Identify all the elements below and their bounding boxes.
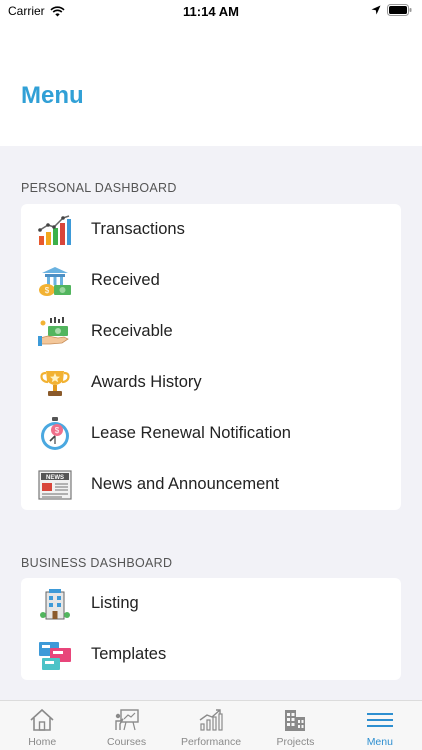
- svg-text:$: $: [45, 286, 50, 295]
- presentation-icon: [113, 707, 141, 733]
- menu-item-received[interactable]: $ Received: [21, 255, 401, 306]
- tab-label: Home: [28, 736, 57, 748]
- tab-courses[interactable]: Courses: [84, 701, 168, 750]
- tab-label: Performance: [180, 736, 242, 748]
- hand-cash-icon: [37, 314, 73, 350]
- growth-chart-icon: [197, 707, 225, 733]
- clock: 11:14 AM: [183, 4, 239, 19]
- menu-item-label: Received: [91, 271, 160, 289]
- menu-item-label: Templates: [91, 645, 167, 663]
- menu-item-listing[interactable]: Listing: [21, 578, 401, 629]
- section-title-business: BUSINESS DASHBOARD: [21, 556, 173, 570]
- menu-item-label: Receivable: [91, 322, 173, 340]
- trophy-icon: [37, 365, 73, 401]
- tab-projects[interactable]: Projects: [253, 701, 337, 750]
- business-dashboard-list: Listing Templates: [21, 578, 401, 680]
- menu-item-label: Awards History: [91, 373, 202, 391]
- svg-text:$: $: [55, 426, 60, 435]
- tab-home[interactable]: Home: [0, 701, 84, 750]
- money-bank-icon: $: [37, 263, 73, 299]
- menu-item-transactions[interactable]: Transactions: [21, 204, 401, 255]
- tab-menu[interactable]: Menu: [338, 701, 422, 750]
- menu-item-label: Listing: [91, 594, 139, 612]
- stopwatch-icon: $: [37, 416, 73, 452]
- home-icon: [28, 707, 56, 733]
- building-icon: [37, 586, 73, 622]
- status-bar: Carrier 11:14 AM: [0, 0, 422, 24]
- menu-item-receivable[interactable]: Receivable: [21, 306, 401, 357]
- hamburger-icon: [366, 707, 394, 733]
- page-title: Menu: [21, 82, 84, 109]
- tab-performance[interactable]: Performance: [169, 701, 253, 750]
- tab-label: Menu: [366, 736, 393, 748]
- menu-item-templates[interactable]: Templates: [21, 629, 401, 680]
- svg-text:NEWS: NEWS: [46, 475, 64, 481]
- battery-icon: [387, 4, 412, 16]
- bar-chart-icon: [37, 212, 73, 248]
- personal-dashboard-list: Transactions $ Received Receivable Award…: [21, 204, 401, 510]
- templates-icon: [37, 637, 73, 673]
- tab-label: Projects: [276, 736, 315, 748]
- menu-item-lease-renewal-notification[interactable]: $ Lease Renewal Notification: [21, 408, 401, 459]
- status-icons: [371, 4, 412, 16]
- menu-item-label: Lease Renewal Notification: [91, 424, 291, 442]
- tab-label: Courses: [107, 736, 147, 748]
- location-arrow-icon: [371, 5, 381, 15]
- news-icon: NEWS: [37, 467, 73, 503]
- menu-item-news-and-announcement[interactable]: NEWS News and Announcement: [21, 459, 401, 510]
- menu-item-awards-history[interactable]: Awards History: [21, 357, 401, 408]
- menu-item-label: News and Announcement: [91, 475, 280, 493]
- tab-bar: Home Courses Performance Projects Menu: [0, 700, 422, 750]
- section-title-personal: PERSONAL DASHBOARD: [21, 181, 177, 195]
- city-icon: [281, 707, 309, 733]
- menu-item-label: Transactions: [91, 220, 185, 238]
